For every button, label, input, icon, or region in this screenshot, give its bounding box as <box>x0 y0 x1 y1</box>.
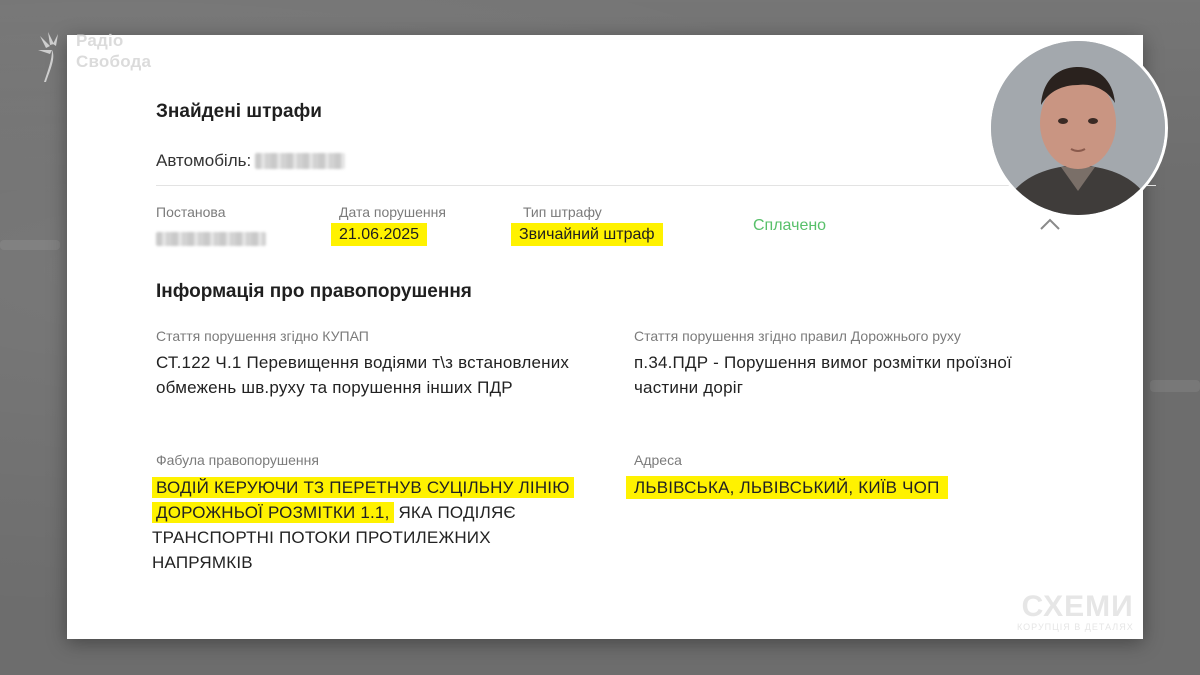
radio-svoboda-logo: Радіо Свобода <box>36 30 151 84</box>
pdr-article-value: п.34.ПДР - Порушення вимог розмітки прої… <box>634 353 1012 397</box>
car-row: Автомобіль: <box>156 151 346 171</box>
background-strip <box>1150 380 1200 392</box>
radio-svoboda-wordmark: Радіо Свобода <box>76 31 152 71</box>
person-photo <box>988 38 1168 218</box>
address-label: Адреса <box>634 452 682 468</box>
fines-card: Знайдені штрафи Автомобіль: Постанова Да… <box>67 35 1156 639</box>
found-fines-title: Знайдені штрафи <box>156 101 322 122</box>
kupap-article-label: Стаття порушення згідно КУПАП <box>156 328 369 344</box>
address-value: ЛЬВІВСЬКА, ЛЬВІВСЬКИЙ, КИЇВ ЧОП <box>626 475 948 500</box>
collapse-chevron-up-icon[interactable] <box>1039 217 1061 236</box>
fine-type-value: Звичайний штраф <box>511 223 663 246</box>
date-label: Дата порушення <box>339 204 446 220</box>
watermark-subtitle: КОРУПЦІЯ В ДЕТАЛЯХ <box>1017 622 1134 632</box>
decree-label: Постанова <box>156 204 226 220</box>
fine-type-label: Тип штрафу <box>523 204 602 220</box>
fabula-label: Фабула правопорушення <box>156 452 319 468</box>
watermark-title: СХЕМИ <box>1021 590 1134 623</box>
pdr-article-label: Стаття порушення згідно правил Дорожньог… <box>634 328 961 344</box>
kupap-article-value: СТ.122 Ч.1 Перевищення водіями т\з встан… <box>156 353 570 397</box>
car-label: Автомобіль: <box>156 151 252 170</box>
status-badge: Сплачено <box>753 217 827 234</box>
car-plate-redacted <box>255 153 346 169</box>
divider <box>156 185 1156 186</box>
skhemy-watermark: СХЕМИ КОРУПЦІЯ В ДЕТАЛЯХ <box>1017 590 1134 633</box>
background-strip <box>0 240 60 250</box>
fabula-value: ВОДІЙ КЕРУЮЧИ ТЗ ПЕРЕТНУВ СУЦІЛЬНУ ЛІНІЮ… <box>152 475 574 575</box>
violation-info-title: Інформація про правопорушення <box>156 281 472 302</box>
radio-svoboda-icon <box>38 32 58 82</box>
decree-value-redacted <box>156 232 266 251</box>
date-value: 21.06.2025 <box>331 223 428 246</box>
